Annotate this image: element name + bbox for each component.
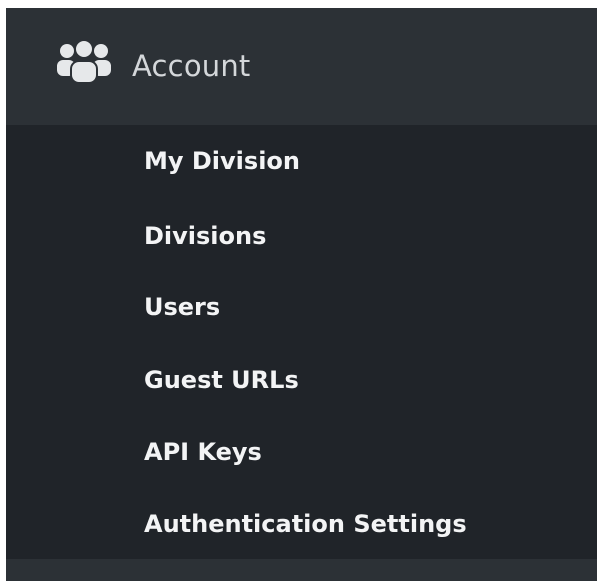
menu-item-api-keys[interactable]: API Keys <box>144 432 262 472</box>
account-section-header[interactable]: Account <box>6 8 597 125</box>
menu-item-users[interactable]: Users <box>144 287 220 327</box>
next-section-header[interactable] <box>6 559 597 581</box>
account-section-title: Account <box>132 49 251 83</box>
menu-item-guest-urls[interactable]: Guest URLs <box>144 360 299 400</box>
menu-item-authentication-settings[interactable]: Authentication Settings <box>144 504 467 544</box>
sidebar-panel: Account My Division Divisions Users Gues… <box>6 8 597 581</box>
menu-item-divisions[interactable]: Divisions <box>144 216 266 256</box>
menu-item-my-division[interactable]: My Division <box>144 141 300 181</box>
users-icon <box>57 39 111 84</box>
